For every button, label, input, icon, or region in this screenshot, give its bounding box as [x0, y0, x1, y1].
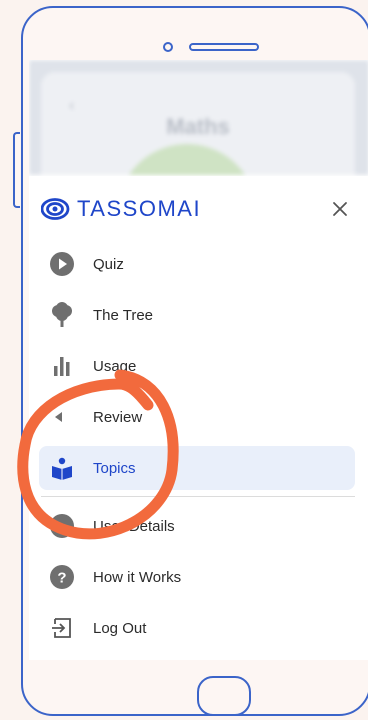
svg-text:?: ? — [57, 570, 66, 587]
menu-divider — [41, 496, 355, 497]
brand-logo: TASSOMAI — [41, 196, 201, 222]
menu-item-user-details[interactable]: User Details — [39, 504, 355, 548]
menu-item-log-out[interactable]: Log Out — [39, 606, 355, 650]
phone-camera — [163, 42, 173, 52]
book-icon — [49, 455, 75, 481]
bar-chart-icon — [49, 353, 75, 379]
logout-icon — [49, 615, 75, 641]
menu-item-label: Usage — [93, 357, 137, 375]
menu-item-label: How it Works — [93, 568, 182, 586]
background-app: ‹ Maths — [29, 60, 368, 175]
phone-side-button — [13, 132, 20, 208]
help-icon: ? — [49, 564, 75, 590]
close-icon[interactable] — [329, 198, 351, 220]
background-title: Maths — [166, 114, 230, 139]
logo-icon — [41, 198, 70, 220]
navigation-drawer: TASSOMAI Quiz The Tree Usage Review Topi… — [29, 176, 368, 660]
phone-home-button[interactable] — [197, 676, 251, 716]
menu-item-the-tree[interactable]: The Tree — [39, 293, 355, 337]
menu-item-label: Log Out — [93, 619, 147, 637]
menu-item-review[interactable]: Review — [39, 395, 355, 439]
play-icon — [49, 251, 75, 277]
menu-item-how-it-works[interactable]: ? How it Works — [39, 555, 355, 599]
menu-item-quiz[interactable]: Quiz — [39, 242, 355, 286]
menu-item-label: User Details — [93, 517, 175, 535]
phone-speaker — [189, 43, 259, 51]
menu-item-topics[interactable]: Topics — [39, 446, 355, 490]
menu-item-label: Review — [93, 408, 143, 426]
menu-item-label: The Tree — [93, 306, 154, 324]
menu-item-label: Quiz — [93, 255, 124, 273]
user-icon — [49, 513, 75, 539]
tree-icon — [49, 302, 75, 328]
review-icon — [49, 404, 75, 430]
back-icon: ‹ — [69, 97, 75, 114]
menu-item-label: Topics — [93, 459, 136, 477]
brand-name: TASSOMAI — [77, 196, 202, 221]
menu-item-usage[interactable]: Usage — [39, 344, 355, 388]
app-screen: ‹ Maths TASSOMAI Quiz The Tree Usage Rev… — [29, 60, 368, 660]
